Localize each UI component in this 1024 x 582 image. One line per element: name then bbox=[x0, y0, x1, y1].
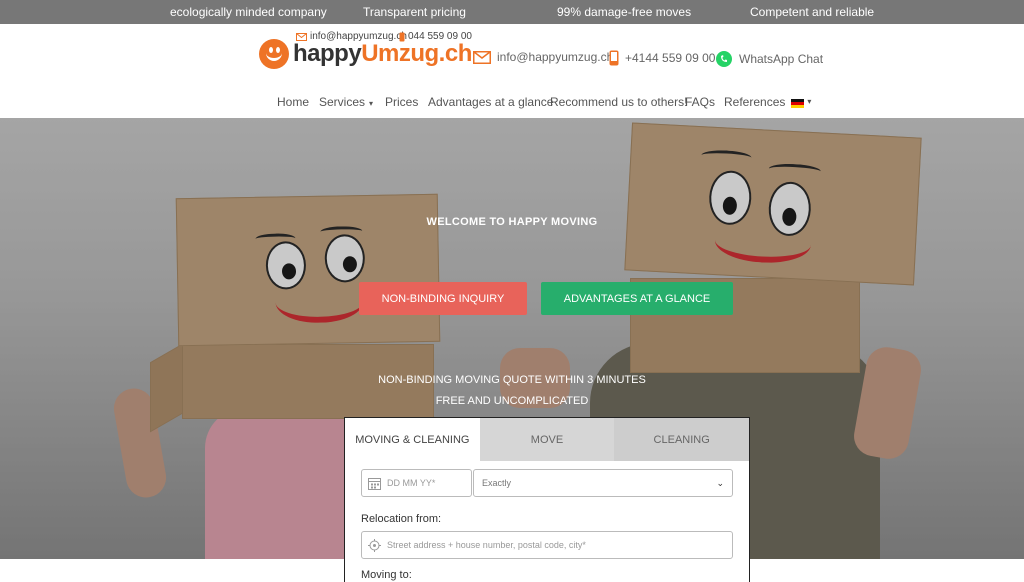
calendar-icon bbox=[368, 477, 381, 490]
nav-faqs[interactable]: FAQs bbox=[685, 95, 715, 109]
header-email-text: info@happyumzug.ch bbox=[497, 50, 614, 64]
quote-line-1: NON-BINDING MOVING QUOTE WITHIN 3 MINUTE… bbox=[378, 374, 646, 386]
service-tabs: MOVING & CLEANING MOVE CLEANING bbox=[345, 418, 750, 461]
language-switcher[interactable]: ▾ bbox=[791, 97, 811, 111]
main-navigation: Home Services ▾ Prices Advantages at a gl… bbox=[0, 94, 1024, 110]
whatsapp-icon bbox=[716, 51, 732, 67]
chevron-down-icon: ⌄ bbox=[716, 477, 724, 488]
logo-wordmark: happyUmzug.ch bbox=[293, 40, 472, 67]
benefit-pricing: Transparent pricing bbox=[363, 5, 466, 19]
date-mode-select[interactable]: Exactly ⌄ bbox=[473, 469, 733, 497]
hero-welcome-title: WELCOME TO HAPPY MOVING bbox=[426, 216, 598, 228]
top-benefits-bar: ecologically minded company Transparent … bbox=[0, 0, 1024, 24]
non-binding-inquiry-button[interactable]: NON-BINDING INQUIRY bbox=[359, 282, 527, 315]
relocation-from-input[interactable]: Street address + house number, postal co… bbox=[361, 531, 733, 559]
nav-services-label: Services bbox=[319, 95, 366, 109]
header-email-link[interactable]: info@happyumzug.ch bbox=[473, 50, 613, 64]
relocation-from-placeholder: Street address + house number, postal co… bbox=[387, 540, 586, 550]
smiley-logo-icon bbox=[259, 39, 289, 69]
whatsapp-chat-link[interactable]: WhatsApp Chat bbox=[715, 50, 823, 68]
quote-form: MOVING & CLEANING MOVE CLEANING DD MM YY… bbox=[344, 417, 750, 582]
mobile-icon bbox=[609, 50, 619, 66]
nav-advantages[interactable]: Advantages at a glance bbox=[428, 95, 553, 109]
date-input[interactable]: DD MM YY* bbox=[361, 469, 472, 497]
header-phone-link[interactable]: +4144 559 09 00 bbox=[609, 50, 715, 66]
tab-moving-cleaning[interactable]: MOVING & CLEANING bbox=[345, 418, 480, 461]
nav-references[interactable]: References bbox=[724, 95, 785, 109]
relocation-from-label: Relocation from: bbox=[361, 513, 442, 525]
tab-cleaning[interactable]: CLEANING bbox=[614, 418, 750, 461]
moving-to-label: Moving to: bbox=[361, 569, 412, 581]
site-header: info@happyumzug.ch 044 559 09 00 happyUm… bbox=[0, 24, 1024, 118]
quote-line-2: FREE AND UNCOMPLICATED bbox=[435, 395, 589, 407]
nav-recommend[interactable]: Recommend us to others! bbox=[550, 95, 687, 109]
dropdown-arrow-icon: ▾ bbox=[369, 99, 374, 108]
benefit-ecological: ecologically minded company bbox=[170, 5, 327, 19]
tab-move[interactable]: MOVE bbox=[479, 418, 615, 461]
mail-icon bbox=[473, 50, 491, 64]
dropdown-arrow-icon: ▾ bbox=[807, 97, 812, 106]
date-placeholder: DD MM YY* bbox=[387, 478, 436, 488]
nav-services[interactable]: Services ▾ bbox=[319, 95, 373, 109]
whatsapp-text: WhatsApp Chat bbox=[739, 52, 824, 66]
benefit-damage-free: 99% damage-free moves bbox=[557, 5, 692, 19]
nav-home[interactable]: Home bbox=[277, 95, 309, 109]
nav-prices[interactable]: Prices bbox=[385, 95, 418, 109]
header-phone-text: +4144 559 09 00 bbox=[625, 51, 716, 65]
german-flag-icon bbox=[791, 99, 804, 108]
location-target-icon bbox=[368, 538, 381, 552]
site-logo[interactable]: happyUmzug.ch bbox=[259, 39, 472, 69]
benefit-reliable: Competent and reliable bbox=[750, 5, 875, 19]
date-mode-value: Exactly bbox=[482, 478, 512, 488]
advantages-button[interactable]: ADVANTAGES AT A GLANCE bbox=[541, 282, 733, 315]
